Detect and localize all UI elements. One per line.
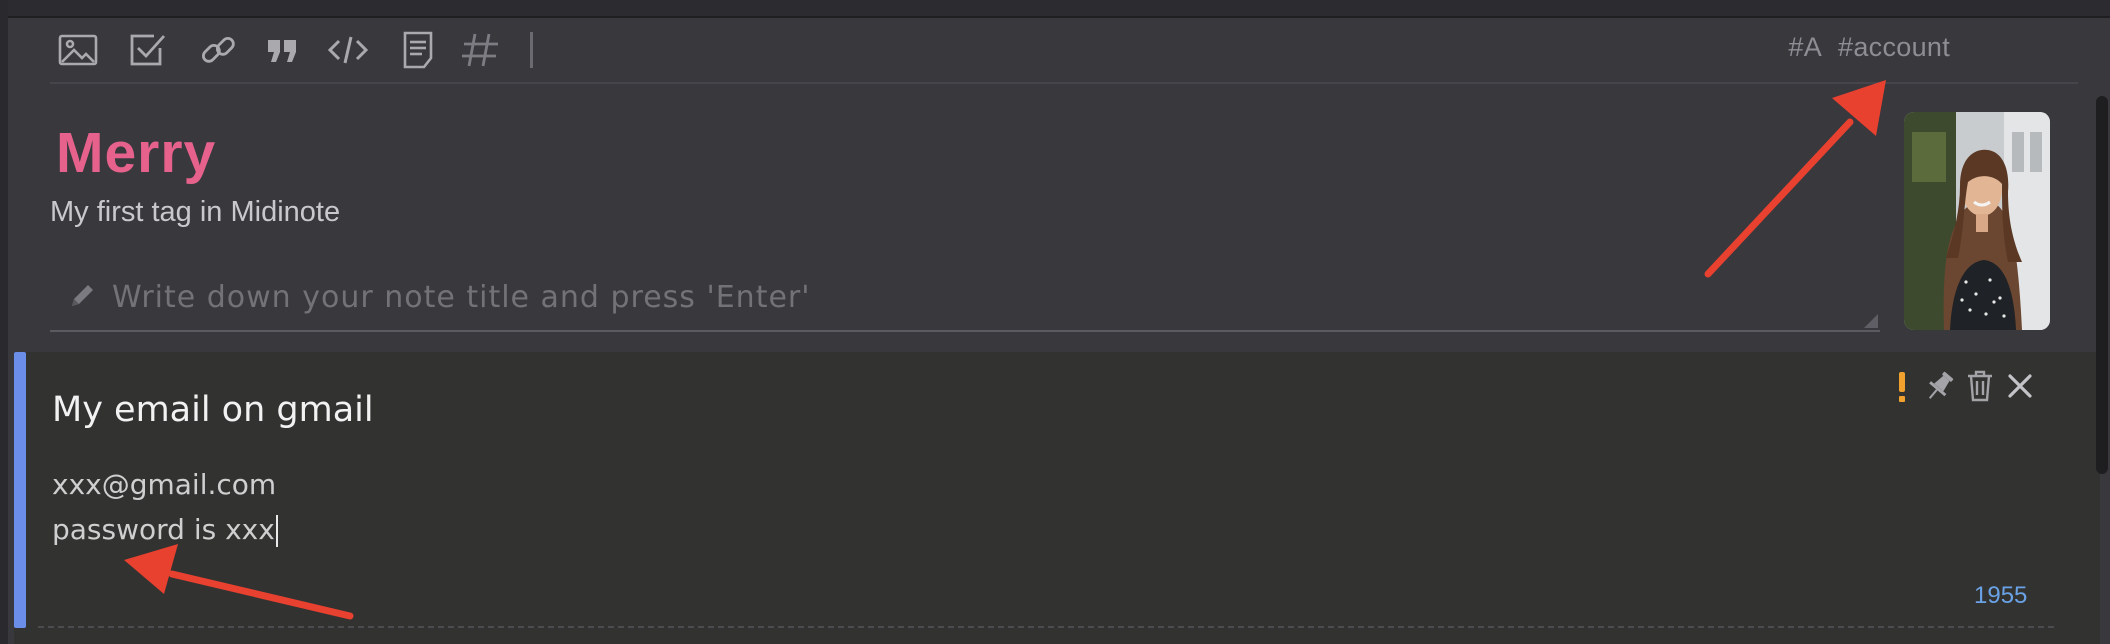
annotation-arrows: [124, 80, 1886, 620]
arrow-to-tags-line: [1704, 118, 1854, 278]
arrow-to-password-head: [124, 544, 178, 594]
arrow-to-password-line: [168, 570, 354, 620]
